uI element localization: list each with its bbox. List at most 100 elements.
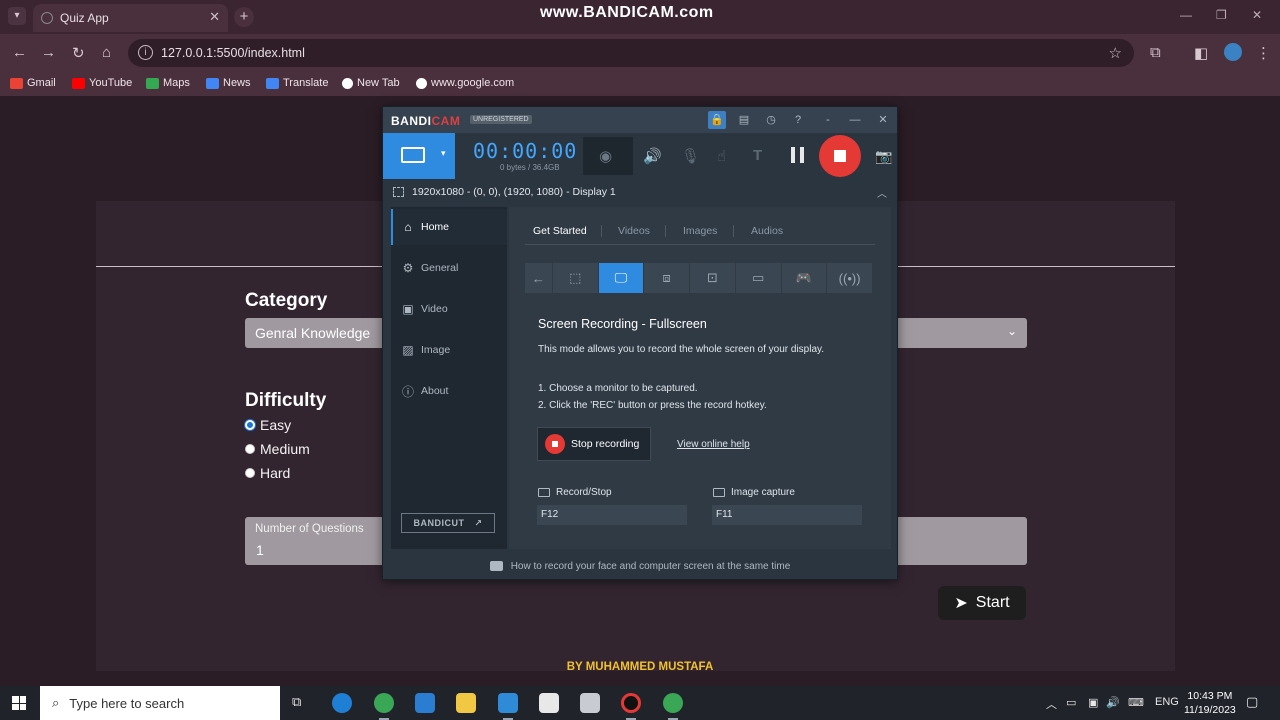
tab-audios[interactable]: Audios	[751, 225, 783, 237]
radio-icon[interactable]	[245, 444, 255, 454]
rectangle-mode-icon[interactable]: ⬚	[553, 263, 599, 293]
tab-close-icon[interactable]: ✕	[209, 9, 220, 25]
profile-avatar[interactable]	[1224, 43, 1242, 61]
nav-general[interactable]: ⚙ General	[391, 250, 507, 286]
chevron-down-icon[interactable]: ▾	[441, 148, 446, 159]
keyboard-icon[interactable]: ⌨	[1128, 696, 1144, 709]
select-area-mode-icon[interactable]: ⊡	[690, 263, 736, 293]
minimize-button[interactable]: —	[846, 111, 864, 129]
pause-button[interactable]	[791, 147, 805, 163]
lock-icon[interactable]: 🔒	[708, 111, 726, 129]
nav-about[interactable]: ⓘ About	[391, 373, 507, 409]
menu-kebab-icon[interactable]: ⋮	[1256, 44, 1271, 62]
bookmark-star-icon[interactable]: ☆	[1109, 44, 1122, 62]
language-indicator[interactable]: ENG	[1155, 696, 1179, 708]
taskbar-search[interactable]: ⌕ Type here to search	[40, 686, 280, 720]
speaker-icon[interactable]: 🔊	[643, 147, 662, 165]
radio-icon[interactable]	[245, 468, 255, 478]
radio-easy[interactable]: Easy	[245, 417, 291, 433]
bookmark-google[interactable]: www.google.com	[416, 77, 514, 89]
tab-search-button[interactable]: ▾	[8, 7, 26, 25]
battery-icon[interactable]: ▭	[1066, 696, 1076, 709]
chrome-icon[interactable]	[374, 693, 394, 713]
window-close-button[interactable]: ✕	[1252, 8, 1262, 22]
tab-get-started[interactable]: Get Started	[533, 225, 587, 237]
compact-mode-button[interactable]: -	[819, 111, 837, 129]
url-text[interactable]: 127.0.0.1:5500/index.html	[161, 46, 305, 60]
questions-value[interactable]: 1	[256, 542, 264, 558]
chevron-up-icon[interactable]: ︿	[1046, 696, 1057, 712]
volume-icon[interactable]: 🔊	[1106, 696, 1120, 709]
folder-icon[interactable]: ▤	[735, 111, 753, 129]
start-button[interactable]: ➤ Start	[938, 586, 1026, 620]
help-icon[interactable]: ?	[789, 111, 807, 129]
windows-start-icon[interactable]	[12, 696, 26, 710]
bookmark-gmail[interactable]: Gmail	[10, 77, 56, 89]
stop-recording-button[interactable]: Stop recording	[537, 427, 651, 461]
bookmark-translate[interactable]: Translate	[266, 77, 328, 89]
around-mouse-mode-icon[interactable]: ⧈	[644, 263, 691, 293]
clock-icon[interactable]: ◷	[762, 111, 780, 129]
radio-selected-icon[interactable]	[245, 420, 255, 430]
reload-button[interactable]: ↻	[72, 44, 85, 62]
monitor-icon	[401, 147, 425, 163]
hotkey-image-field[interactable]: F11	[712, 505, 862, 525]
home-button[interactable]: ⌂	[102, 44, 111, 61]
site-info-icon[interactable]: i	[138, 45, 153, 60]
bandicam-taskbar-icon[interactable]	[621, 693, 641, 713]
chevron-up-icon[interactable]: ︿	[877, 185, 887, 200]
restore-button[interactable]: ❐	[1216, 8, 1227, 22]
fullscreen-mode-icon[interactable]: 🖵	[598, 263, 645, 293]
view-online-help-link[interactable]: View online help	[677, 439, 750, 450]
image-settings-icon: ▨	[402, 343, 414, 357]
extensions-icon[interactable]: ⧉	[1150, 44, 1161, 61]
task-view-icon[interactable]: ⧉	[292, 694, 301, 710]
game-mode-icon[interactable]: 🎮	[782, 263, 828, 293]
back-arrow-icon[interactable]: ←	[525, 263, 553, 293]
bookmark-youtube[interactable]: YouTube	[72, 77, 132, 89]
bookmark-news[interactable]: News	[206, 77, 251, 89]
omnibox[interactable]: i 127.0.0.1:5500/index.html ☆	[128, 39, 1134, 67]
capture-target-bar[interactable]: 1920x1080 - (0, 0), (1920, 1080) - Displ…	[383, 179, 897, 205]
nav-home[interactable]: ⌂ Home	[391, 209, 507, 245]
radio-hard[interactable]: Hard	[245, 465, 290, 481]
chrome-profile-icon[interactable]	[663, 693, 683, 713]
vscode-icon[interactable]	[498, 693, 518, 713]
browser-tabbar: ▾ Quiz App ✕ + www.BANDICAM.com — ❐ ✕	[0, 0, 1280, 34]
notification-icon[interactable]: ▢	[1246, 694, 1258, 710]
bookmark-maps[interactable]: Maps	[146, 77, 190, 89]
tab-videos[interactable]: Videos	[618, 225, 650, 237]
hotkey-record-field[interactable]: F12	[537, 505, 687, 525]
radio-medium[interactable]: Medium	[245, 441, 310, 457]
new-tab-button[interactable]: +	[234, 7, 254, 27]
edge-icon[interactable]	[332, 693, 352, 713]
nav-image[interactable]: ▨ Image	[391, 332, 507, 368]
bandicam-tip-bar[interactable]: How to record your face and computer scr…	[383, 553, 897, 579]
back-button[interactable]: ←	[12, 44, 27, 61]
file-explorer-icon[interactable]	[456, 693, 476, 713]
bandicut-button[interactable]: BANDICUT ↗	[401, 513, 495, 533]
audio-only-mode-icon[interactable]: ((•))	[827, 263, 873, 293]
taskbar-clock[interactable]: 10:43 PM 11/19/2023	[1184, 689, 1236, 717]
camera-icon[interactable]: 📷	[875, 148, 892, 165]
text-overlay-icon[interactable]: T	[753, 147, 762, 164]
screen-mode-button[interactable]: ▾	[383, 133, 455, 179]
mouse-effects-icon[interactable]: ☝	[717, 147, 726, 165]
tab-quiz-app[interactable]: Quiz App ✕	[33, 4, 228, 32]
side-panel-icon[interactable]: ◧	[1194, 44, 1208, 62]
nav-video[interactable]: ▣ Video	[391, 291, 507, 327]
stop-record-button[interactable]	[819, 135, 861, 177]
mail-icon[interactable]	[415, 693, 435, 713]
minimize-button[interactable]: —	[1180, 8, 1192, 22]
microphone-icon[interactable]: 🎙	[681, 147, 700, 165]
forward-button[interactable]: →	[41, 44, 56, 61]
tab-images[interactable]: Images	[683, 225, 717, 237]
webcam-toggle[interactable]: ◉	[583, 137, 633, 175]
app-icon[interactable]	[580, 693, 600, 713]
record-size: 0 bytes / 36.4GB	[500, 163, 560, 172]
bookmark-new-tab[interactable]: New Tab	[342, 77, 400, 89]
store-icon[interactable]	[539, 693, 559, 713]
hdmi-mode-icon[interactable]: ▭	[736, 263, 782, 293]
close-icon[interactable]: ✕	[874, 111, 892, 129]
network-icon[interactable]: ▣	[1088, 696, 1098, 709]
